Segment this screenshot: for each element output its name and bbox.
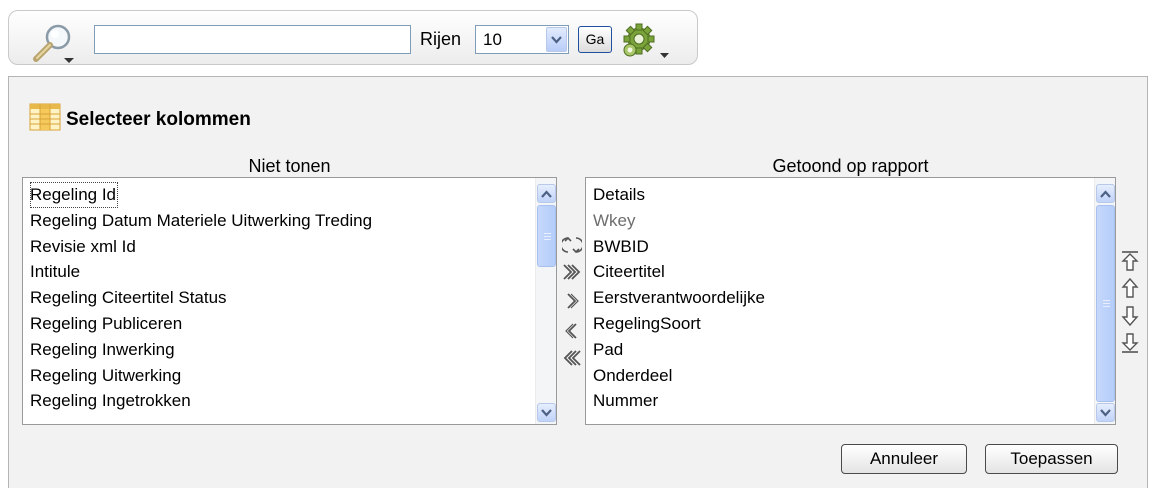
move-all-left-icon[interactable] [561, 347, 583, 369]
move-up-icon[interactable] [1119, 277, 1141, 299]
apply-button[interactable]: Toepassen [985, 444, 1118, 474]
list-item[interactable]: Regeling Ingetrokken [30, 388, 556, 414]
panel-title: Selecteer kolommen [66, 109, 251, 130]
list-item[interactable]: Pad [593, 337, 1115, 363]
move-right-icon[interactable] [561, 290, 583, 312]
move-top-icon[interactable] [1119, 250, 1141, 272]
rows-label: Rijen [420, 29, 462, 49]
select-columns-panel: Selecteer kolommen Niet tonen Getoond op… [8, 76, 1148, 488]
scroll-down-button[interactable] [1096, 403, 1115, 422]
scroll-up-button[interactable] [537, 184, 556, 203]
move-down-icon[interactable] [1119, 305, 1141, 327]
hidden-columns-header: Niet tonen [248, 156, 331, 176]
rows-value: 10 [483, 30, 502, 49]
shown-columns-list[interactable]: Details Wkey BWBID Citeertitel Eerstvera… [585, 177, 1116, 425]
scrollbar[interactable] [1094, 178, 1115, 424]
list-item[interactable]: Regeling Datum Materiele Uitwerking Tred… [30, 208, 556, 234]
list-item[interactable]: Regeling Publiceren [30, 311, 556, 337]
list-item[interactable]: Revisie xml Id [30, 234, 556, 260]
search-input[interactable] [94, 25, 411, 54]
go-button[interactable]: Ga [578, 26, 612, 53]
swap-columns-icon[interactable] [561, 234, 583, 256]
gear-icon[interactable] [619, 21, 679, 63]
cancel-button[interactable]: Annuleer [841, 444, 967, 474]
table-columns-icon [29, 103, 61, 131]
list-item[interactable]: Eerstverantwoordelijke [593, 285, 1115, 311]
hidden-columns-list[interactable]: Regeling Id Regeling Datum Materiele Uit… [22, 177, 557, 425]
scroll-up-button[interactable] [1096, 184, 1115, 203]
shown-columns-header: Getoond op rapport [772, 156, 929, 176]
list-item[interactable]: Onderdeel [593, 363, 1115, 389]
move-bottom-icon[interactable] [1119, 332, 1141, 354]
list-item[interactable]: BWBID [593, 234, 1115, 260]
move-left-icon[interactable] [561, 320, 583, 342]
list-item[interactable]: Details [593, 182, 1115, 208]
list-item[interactable]: Regeling Id [30, 182, 119, 208]
list-item[interactable]: Regeling Uitwerking [30, 363, 556, 389]
search-icon[interactable] [31, 23, 87, 65]
move-all-right-icon[interactable] [561, 261, 583, 283]
list-item[interactable]: Regeling Inwerking [30, 337, 556, 363]
list-item[interactable]: Citeertitel [593, 259, 1115, 285]
list-item[interactable]: Wkey [593, 208, 1115, 234]
list-item[interactable]: Intitule [30, 259, 556, 285]
scrollbar-thumb[interactable] [1096, 205, 1115, 402]
rows-select[interactable]: 10 [475, 25, 569, 54]
scroll-down-button[interactable] [537, 403, 556, 422]
list-item[interactable]: Regeling Citeertitel Status [30, 285, 556, 311]
scrollbar[interactable] [535, 178, 556, 424]
scrollbar-thumb[interactable] [537, 205, 556, 267]
list-item[interactable]: Nummer [593, 388, 1115, 414]
search-toolbar: Rijen 10 Ga [8, 10, 698, 65]
chevron-down-icon [64, 58, 74, 63]
list-item[interactable]: RegelingSoort [593, 311, 1115, 337]
chevron-down-icon[interactable] [546, 27, 567, 52]
